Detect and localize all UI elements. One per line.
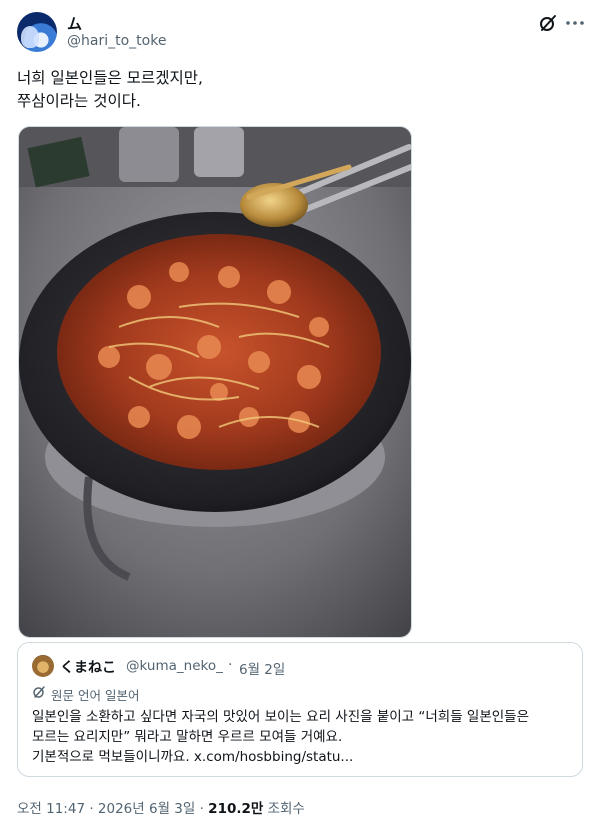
quoted-author-avatar[interactable] [32, 655, 54, 677]
tweet-text: 너희 일본인들은 모르겠지만, 쭈삼이라는 것이다. [17, 67, 577, 113]
grok-icon[interactable] [538, 13, 558, 33]
tweet-text-line-2: 쭈삼이라는 것이다. [17, 92, 141, 110]
food-photo-illustration [19, 127, 411, 637]
quoted-date[interactable]: 6월 2일 [239, 658, 285, 678]
quoted-text: 일본인을 소환하고 싶다면 자국의 맛있어 보이는 요리 사진을 붙이고 “너희… [32, 707, 572, 767]
author-handle[interactable]: @hari_to_toke [67, 33, 166, 49]
tweet-photo[interactable] [18, 126, 412, 638]
quoted-text-line-1: 일본인을 소환하고 싶다면 자국의 맛있어 보이는 요리 사진을 붙이고 “너희… [32, 709, 530, 725]
quoted-author-name[interactable]: くまねこ [60, 657, 116, 677]
quoted-tweet[interactable]: くまねこ @kuma_neko_ · 6월 2일 원문 언어 일본어 일본인을 … [17, 642, 583, 777]
quoted-text-line-3: 기본적으로 먹보들이니까요. x.com/hosbbing/statu... [32, 749, 354, 765]
more-icon[interactable] [564, 12, 586, 34]
view-label: 조회수 [263, 801, 305, 817]
tweet-text-line-1: 너희 일본인들은 모르겠지만, [17, 69, 203, 87]
tweet-meta: 오전 11:47 · 2026년 6월 3일 · 210.2만 조회수 [17, 797, 305, 817]
quoted-author-handle[interactable]: @kuma_neko_ [126, 658, 223, 674]
translate-icon [33, 686, 45, 698]
separator-dot: · [228, 657, 233, 673]
author-avatar[interactable] [17, 12, 57, 52]
quoted-text-line-2: 모르는 요리지만” 뭐라고 말하면 우르르 모여들 거예요. [32, 729, 343, 745]
view-count: 210.2만 [208, 801, 264, 817]
translation-label[interactable]: 원문 언어 일본어 [51, 685, 139, 704]
author-name[interactable]: ム [67, 13, 82, 34]
timestamp[interactable]: 오전 11:47 · 2026년 6월 3일 · [17, 801, 208, 817]
